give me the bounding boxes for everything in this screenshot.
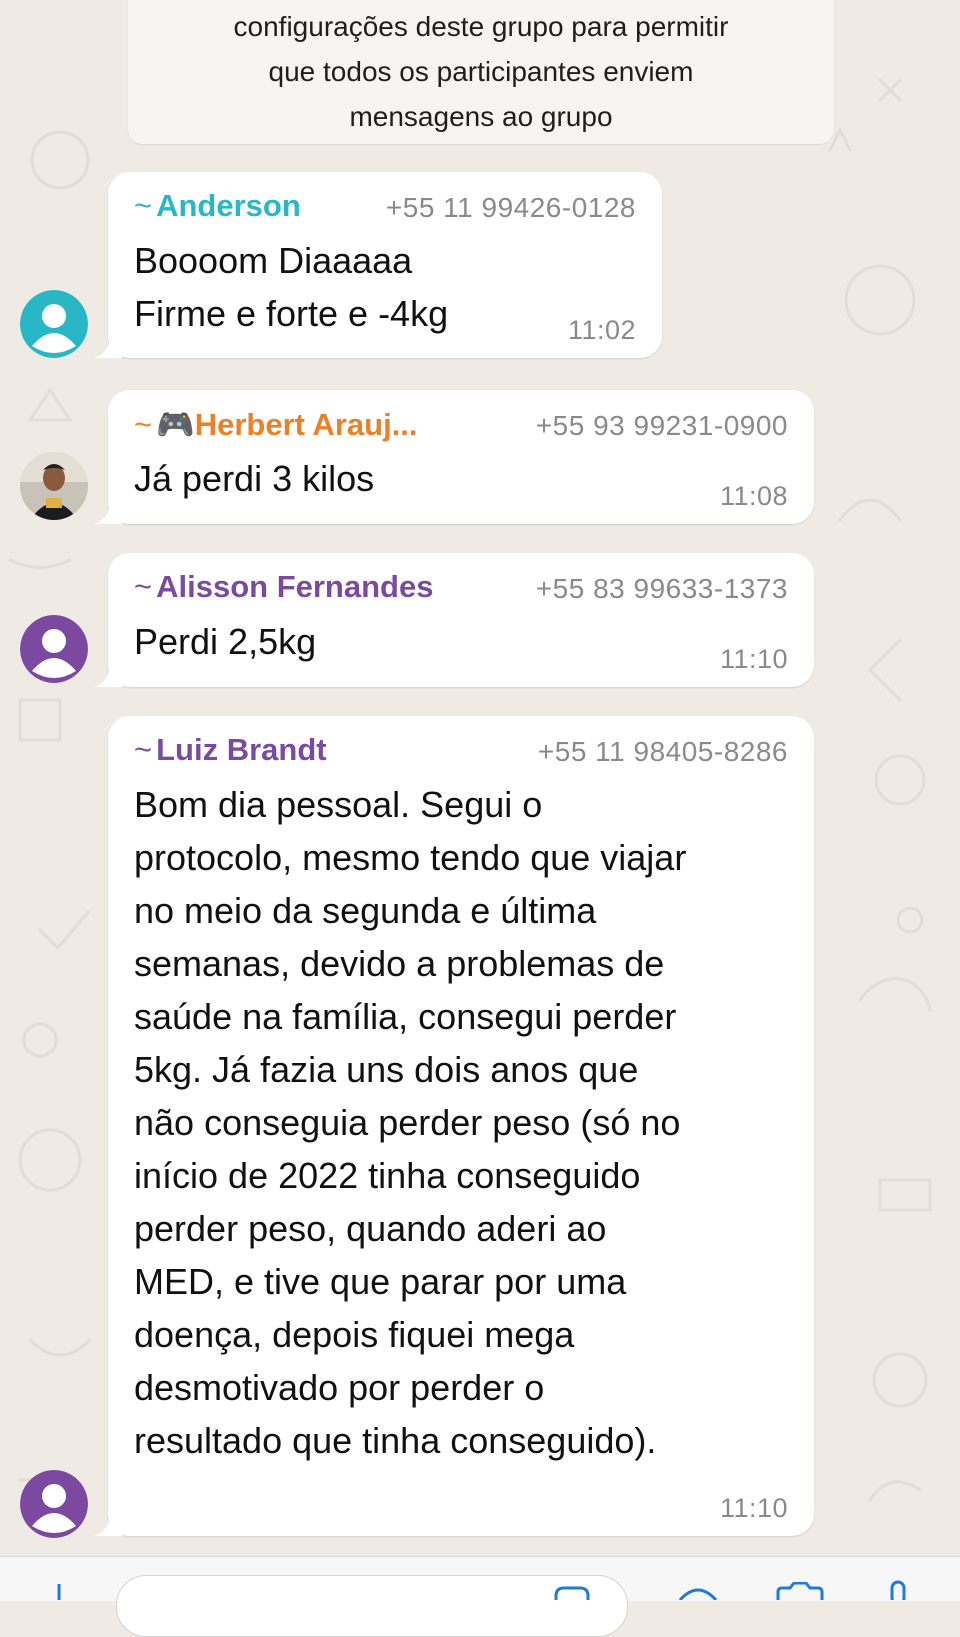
system-message-line: configurações deste grupo para permitir xyxy=(233,11,729,42)
message-line: protocolo, mesmo tendo que viajar xyxy=(134,837,687,878)
sender-prefix: ~ xyxy=(134,407,153,442)
default-avatar-teal-icon xyxy=(20,290,88,358)
message-time: 11:10 xyxy=(719,1493,788,1523)
message-text: Já perdi 3 kilos xyxy=(134,452,374,505)
bubble-tail xyxy=(94,1512,122,1536)
message-line: saúde na família, consegui perder xyxy=(134,996,677,1037)
message-text: Perdi 2,5kg xyxy=(134,615,316,668)
bubble-tail xyxy=(94,663,122,687)
camera-icon[interactable] xyxy=(774,1582,826,1600)
message-line: MED, e tive que parar por uma xyxy=(134,1261,627,1302)
bubble-tail xyxy=(94,334,122,358)
message-line: Já perdi 3 kilos xyxy=(134,458,375,499)
message-line: no meio da segunda e última xyxy=(134,890,597,931)
sender-name[interactable]: ~ Anderson xyxy=(134,188,301,224)
message-line: não conseguia perder peso (só no xyxy=(134,1102,681,1143)
message-line: perder peso, quando aderi ao xyxy=(134,1208,607,1249)
message-bubble-herbert[interactable]: ~ 🎮Herbert Arauj... +55 93 99231-0900 Já … xyxy=(94,390,814,524)
gamepad-icon: 🎮 xyxy=(156,407,195,442)
message-time: 11:08 xyxy=(719,481,788,511)
microphone-icon[interactable] xyxy=(884,1580,912,1600)
message-bubble-alisson[interactable]: ~ Alisson Fernandes +55 83 99633-1373 Per… xyxy=(94,553,814,687)
message-time: 11:10 xyxy=(719,644,788,674)
sender-phone[interactable]: +55 11 98405-8286 xyxy=(538,736,788,768)
default-avatar-purple-icon xyxy=(20,615,88,683)
sender-name[interactable]: ~ Alisson Fernandes xyxy=(134,569,433,605)
sender-phone[interactable]: +55 83 99633-1373 xyxy=(536,573,788,605)
camera-icon[interactable] xyxy=(676,1584,720,1600)
sender-name-text: Luiz Brandt xyxy=(156,732,327,767)
default-avatar-purple-icon xyxy=(20,1470,88,1538)
sender-name[interactable]: ~ Luiz Brandt xyxy=(134,732,327,768)
message-input[interactable] xyxy=(116,1575,628,1637)
avatar-luiz[interactable] xyxy=(20,1470,88,1538)
sender-phone[interactable]: +55 93 99231-0900 xyxy=(536,410,788,442)
sender-phone[interactable]: +55 11 99426-0128 xyxy=(386,192,636,224)
message-line: semanas, devido a problemas de xyxy=(134,943,665,984)
message-text: Boooom Diaaaaa Firme e forte e -4kg xyxy=(134,234,448,340)
message-bubble-anderson[interactable]: ~ Anderson +55 11 99426-0128 Boooom Diaaa… xyxy=(94,172,662,358)
sender-name-text: Herbert Arauj... xyxy=(194,407,418,442)
message-line: Bom dia pessoal. Segui o xyxy=(134,784,543,825)
message-time: 11:02 xyxy=(567,315,636,345)
message-line: Perdi 2,5kg xyxy=(134,621,317,662)
bubble-tail xyxy=(94,500,122,524)
message-bubble-luiz[interactable]: ~ Luiz Brandt +55 11 98405-8286 Bom dia p… xyxy=(94,716,814,1536)
message-line: doença, depois fiquei mega xyxy=(134,1314,575,1355)
message-line: Boooom Diaaaaa xyxy=(134,240,413,281)
sender-prefix: ~ xyxy=(134,732,153,767)
sender-name-text: Anderson xyxy=(156,188,301,223)
message-line: Firme e forte e -4kg xyxy=(134,293,449,334)
message-line: desmotivado por perder o xyxy=(134,1367,545,1408)
sticker-icon[interactable] xyxy=(552,1586,592,1600)
message-line: 5kg. Já fazia uns dois anos que xyxy=(134,1049,639,1090)
profile-photo xyxy=(20,452,88,520)
message-text: Bom dia pessoal. Segui o protocolo, mesm… xyxy=(134,778,686,1467)
system-message-line: que todos os participantes enviem xyxy=(268,56,694,87)
system-message: configurações deste grupo para permitir … xyxy=(128,0,834,144)
system-message-line: mensagens ao grupo xyxy=(349,101,613,132)
sender-prefix: ~ xyxy=(134,188,153,223)
plus-icon[interactable] xyxy=(44,1584,74,1600)
avatar-herbert[interactable] xyxy=(20,452,88,520)
avatar-anderson[interactable] xyxy=(20,290,88,358)
avatar-alisson[interactable] xyxy=(20,615,88,683)
message-line: início de 2022 tinha conseguido xyxy=(134,1155,641,1196)
sender-name-text: Alisson Fernandes xyxy=(156,569,434,604)
sender-prefix: ~ xyxy=(134,569,153,604)
sender-name[interactable]: ~ 🎮Herbert Arauj... xyxy=(134,406,418,443)
message-line: resultado que tinha conseguido). xyxy=(134,1420,657,1461)
